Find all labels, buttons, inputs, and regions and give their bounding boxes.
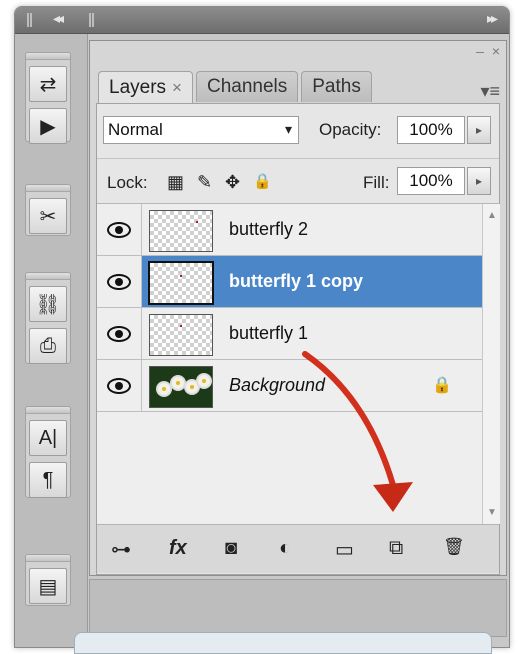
group-grip[interactable] <box>26 53 70 60</box>
add-mask-icon[interactable]: ◙ <box>225 537 237 560</box>
navigator-icon[interactable]: ▤ <box>29 568 67 604</box>
tab-label: Channels <box>206 76 288 97</box>
fill-input[interactable]: 100% <box>397 167 465 195</box>
lock-row: Lock: ▦ ✎ ✥ 🔒 Fill: 100% ▸ <box>97 158 499 204</box>
group-grip[interactable] <box>26 407 70 414</box>
eye-icon <box>107 273 131 290</box>
panel-tabs: Layers × Channels Paths <box>98 71 372 104</box>
visibility-toggle[interactable] <box>97 204 142 255</box>
actions-icon[interactable]: ▶ <box>29 108 67 144</box>
layer-row[interactable]: butterfly 1 <box>97 308 482 360</box>
blend-mode-value: Normal <box>108 120 163 139</box>
lock-icon: 🔒 <box>432 377 452 394</box>
background-thumbnail[interactable] <box>149 366 213 408</box>
trash-icon[interactable]: 🗑 <box>443 537 465 557</box>
collapse-icon[interactable]: ◂◂ <box>53 10 64 27</box>
lock-label: Lock: <box>107 173 148 192</box>
lock-transparent-icon[interactable]: ▦ <box>167 172 184 193</box>
layer-name: butterfly 1 copy <box>229 271 364 291</box>
layer-thumbnail[interactable] <box>148 261 214 305</box>
new-layer-icon[interactable]: ⧉ <box>389 537 403 560</box>
tool-group: ⛓ ⎙ <box>25 272 71 364</box>
group-grip[interactable] <box>26 555 70 562</box>
adjustment-layer-icon[interactable]: ◐ <box>279 537 291 560</box>
grip-icon[interactable] <box>89 13 91 27</box>
layer-name: butterfly 2 <box>229 219 309 239</box>
layer-thumbnail[interactable] <box>149 314 213 356</box>
layer-row[interactable]: Background 🔒 <box>97 360 482 412</box>
character-icon[interactable]: A| <box>29 420 67 456</box>
tool-group: ▤ <box>25 554 71 606</box>
fx-icon[interactable]: fx <box>169 537 187 560</box>
tool-group: ⇄ ▶ <box>25 52 71 144</box>
minimize-icon[interactable]: – <box>476 43 484 59</box>
layers-scrollbar[interactable]: ▲ ▼ <box>482 204 500 524</box>
scroll-down-icon[interactable]: ▼ <box>487 507 497 518</box>
tab-layers[interactable]: Layers × <box>98 71 193 104</box>
eye-icon <box>107 377 131 394</box>
tool-presets-icon[interactable]: ⎙ <box>29 328 67 364</box>
panel-menu-icon[interactable]: ▾≡ <box>480 81 500 102</box>
expand-icon[interactable]: ▸▸ <box>487 10 498 27</box>
panel-window-controls: – × <box>476 43 500 59</box>
chevron-down-icon: ▾ <box>284 121 292 137</box>
opacity-slider-button[interactable]: ▸ <box>467 116 491 144</box>
lock-image-icon[interactable]: ✎ <box>197 172 212 193</box>
layer-name: Background <box>229 375 326 395</box>
tool-strip: ⇄ ▶ ✂ ⛓ ⎙ A| ¶ ▤ <box>15 34 88 647</box>
lower-panel-edge <box>74 632 492 654</box>
layer-row[interactable]: butterfly 2 <box>97 204 482 256</box>
layers-bottom-bar: ⊶ fx ◙ ◐ ▭ ⧉ 🗑 <box>97 524 499 573</box>
eye-icon <box>107 325 131 342</box>
tab-label: Paths <box>312 76 361 97</box>
lock-all-icon[interactable]: 🔒 <box>253 172 272 190</box>
visibility-toggle[interactable] <box>97 360 142 411</box>
tab-channels[interactable]: Channels <box>195 71 299 102</box>
opacity-label: Opacity: <box>319 120 382 139</box>
layers-panel: – × Layers × Channels Paths ▾≡ Normal ▾ … <box>89 40 507 576</box>
panel-dock: ◂◂ ▸▸ ⇄ ▶ ✂ ⛓ ⎙ A| ¶ ▤ – × Layers × Chan… <box>14 6 510 648</box>
layer-thumbnail[interactable] <box>149 210 213 252</box>
visibility-toggle[interactable] <box>97 308 142 359</box>
layers-content: Normal ▾ Opacity: 100% ▸ Lock: ▦ ✎ ✥ 🔒 F… <box>96 103 500 575</box>
group-grip[interactable] <box>26 273 70 280</box>
clone-source-icon[interactable]: ⛓ <box>29 286 67 322</box>
layers-list: butterfly 2 butterfly 1 copy butterfly 1 <box>97 204 482 524</box>
blend-mode-select[interactable]: Normal ▾ <box>103 116 299 144</box>
group-grip[interactable] <box>26 185 70 192</box>
visibility-toggle[interactable] <box>97 256 142 307</box>
link-layers-icon[interactable]: ⊶ <box>111 537 131 562</box>
dock-title-bar[interactable]: ◂◂ ▸▸ <box>15 7 509 34</box>
paragraph-icon[interactable]: ¶ <box>29 462 67 498</box>
history-icon[interactable]: ⇄ <box>29 66 67 102</box>
scroll-up-icon[interactable]: ▲ <box>487 210 497 221</box>
tab-label: Layers <box>109 77 167 98</box>
lock-position-icon[interactable]: ✥ <box>225 172 240 193</box>
tab-paths[interactable]: Paths <box>301 71 372 102</box>
eye-icon <box>107 221 131 238</box>
collapsed-panel <box>89 579 507 637</box>
fill-slider-button[interactable]: ▸ <box>467 167 491 195</box>
new-group-icon[interactable]: ▭ <box>335 537 354 562</box>
tool-group: ✂ <box>25 184 71 236</box>
brushes-icon[interactable]: ✂ <box>29 198 67 234</box>
grip-icon[interactable] <box>27 13 29 27</box>
tool-group: A| ¶ <box>25 406 71 498</box>
layer-name: butterfly 1 <box>229 323 309 343</box>
close-tab-icon[interactable]: × <box>172 78 182 98</box>
opacity-input[interactable]: 100% <box>397 116 465 144</box>
fill-label: Fill: <box>363 173 390 192</box>
layer-row-selected[interactable]: butterfly 1 copy <box>97 256 482 308</box>
close-icon[interactable]: × <box>492 43 500 59</box>
